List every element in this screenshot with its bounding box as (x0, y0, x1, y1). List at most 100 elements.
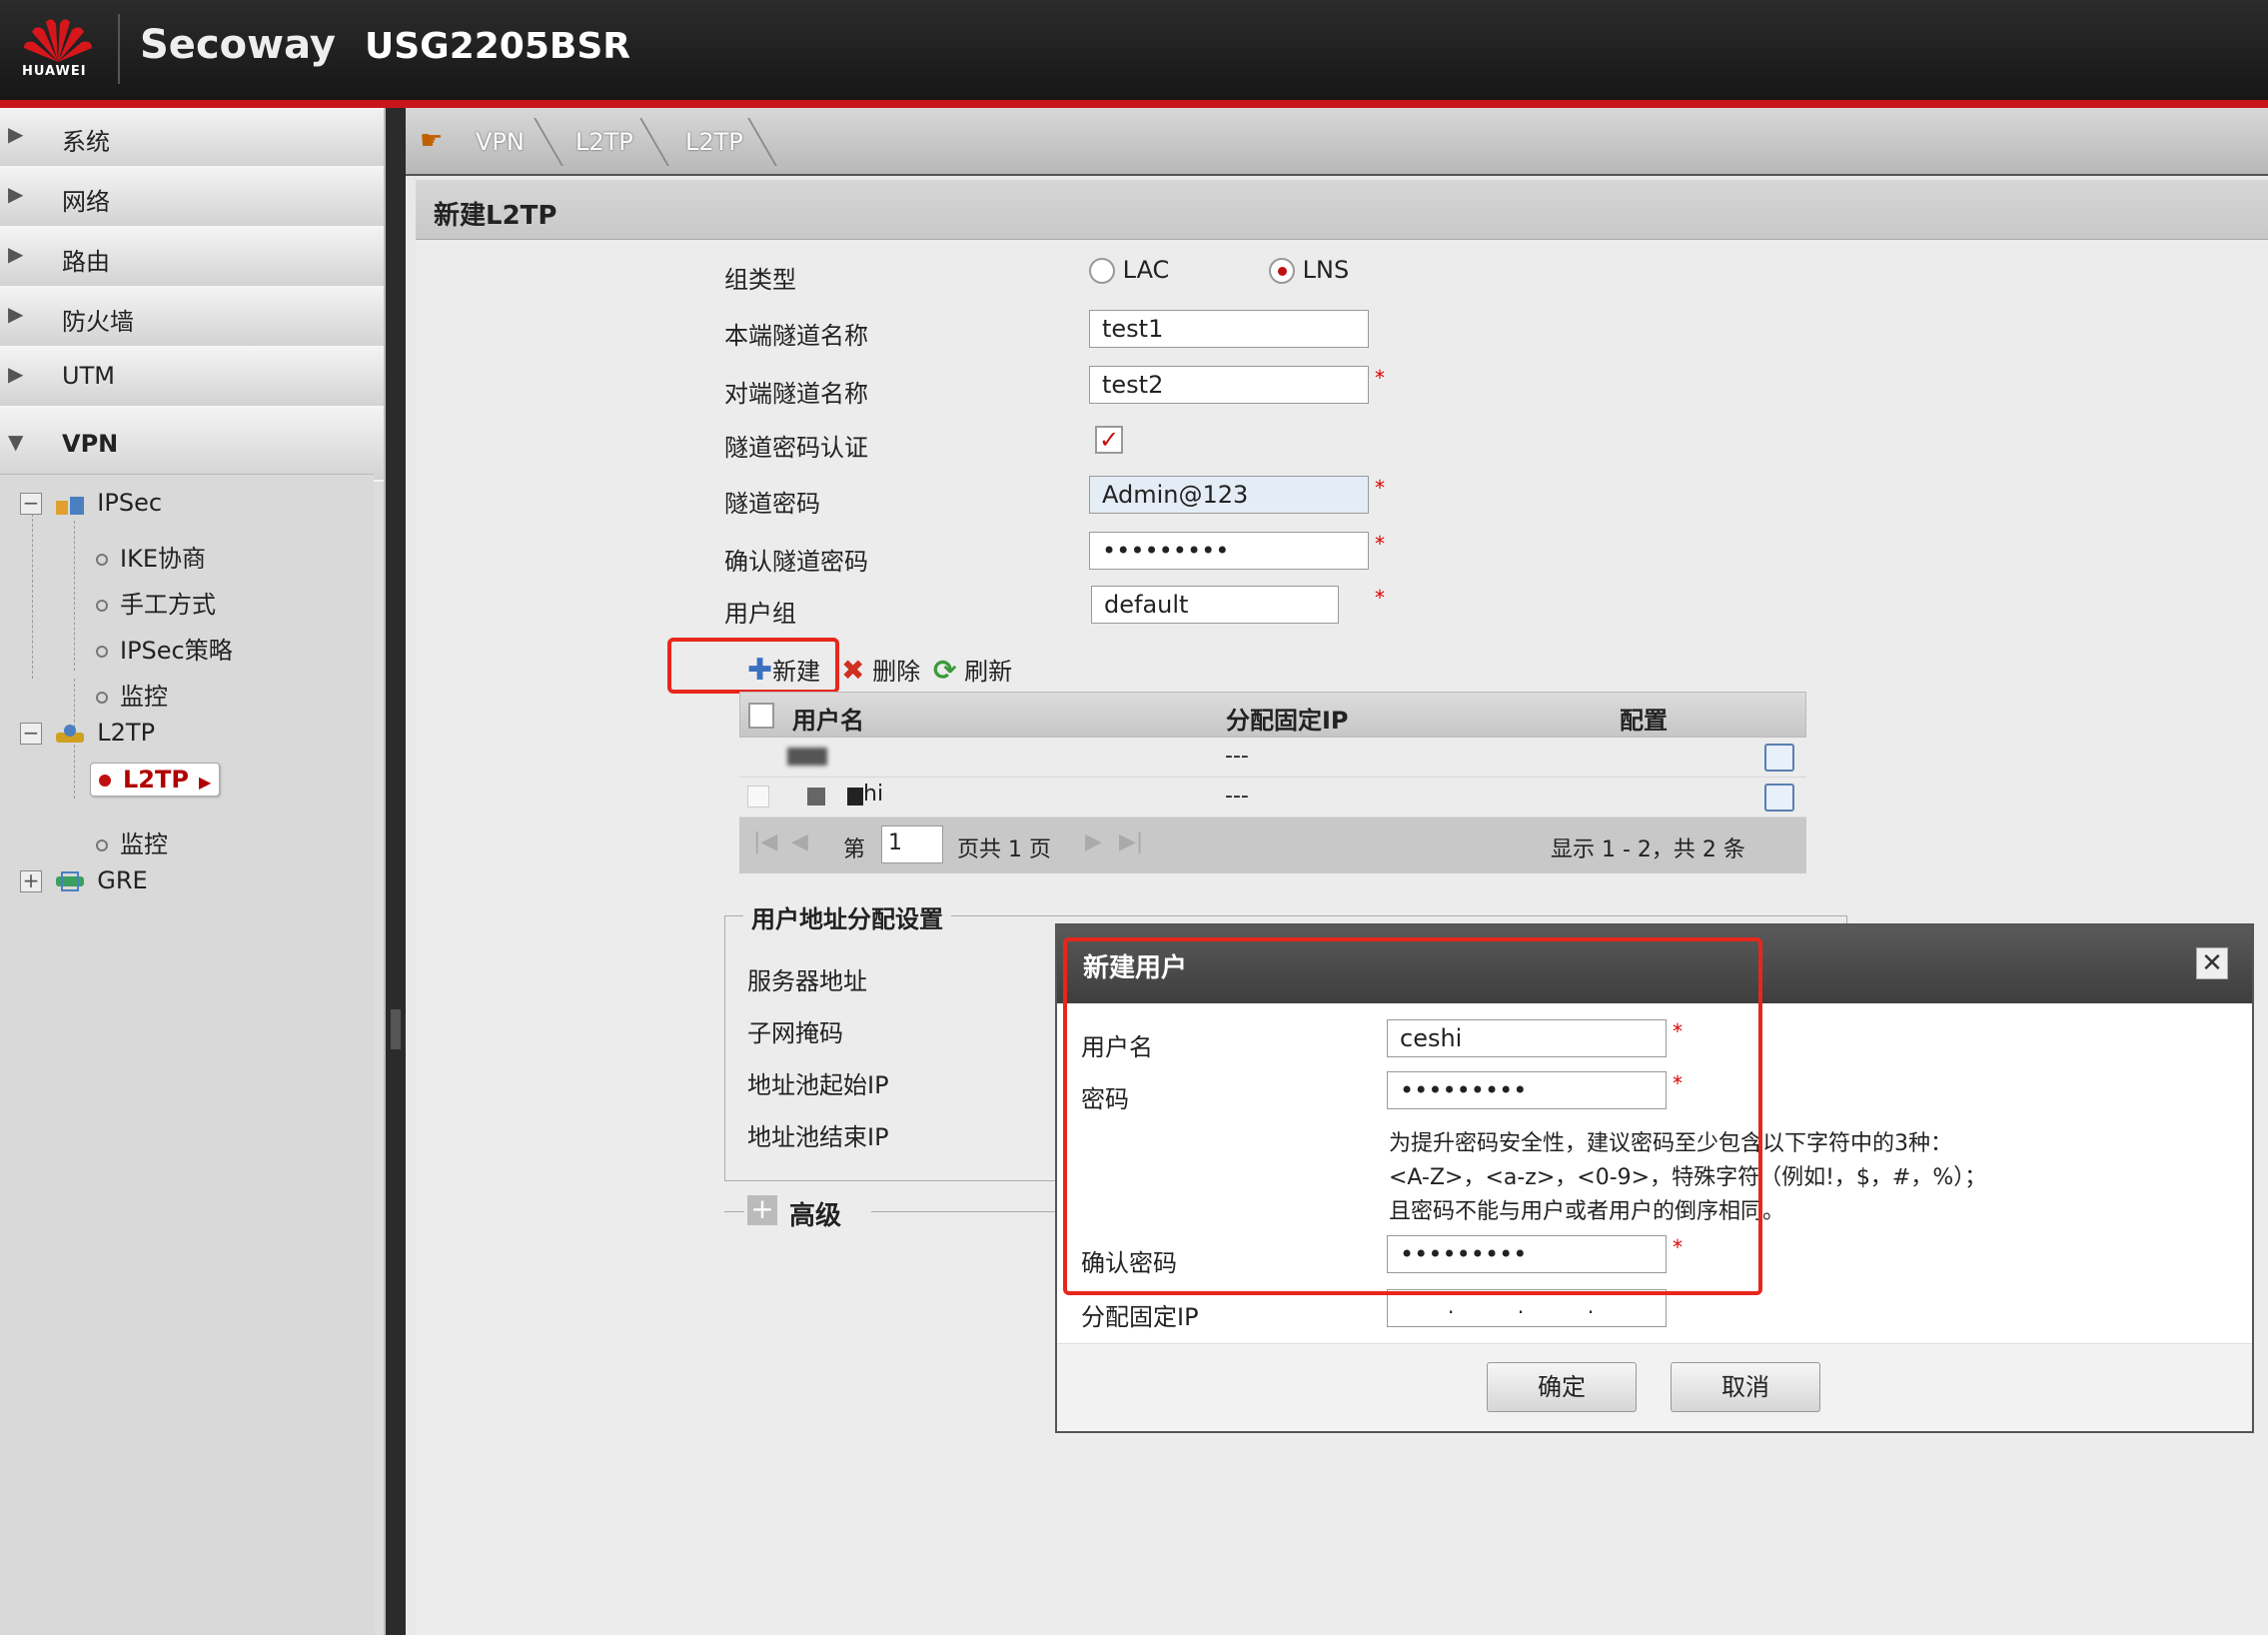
tree-item-l2tp-monitor[interactable]: 监控 (96, 824, 168, 859)
breadcrumb: ☛ VPN L2TP L2TP (406, 108, 2268, 176)
user-group-select[interactable]: default (1091, 586, 1339, 624)
pool-end-ip-label: 地址池结束IP (747, 1123, 889, 1151)
header-separator (118, 14, 120, 84)
radio-lac[interactable]: LAC (1089, 256, 1169, 284)
menu-routing[interactable]: ▶ 路由 (0, 228, 384, 288)
table-row[interactable]: --- (739, 738, 1806, 778)
menu-label: 网络 (62, 188, 110, 216)
refresh-icon: ⟳ (933, 654, 957, 687)
tree-node-l2tp[interactable]: − L2TP (20, 719, 155, 747)
advanced-section-toggle[interactable]: 高级 (789, 1195, 841, 1232)
cell-fixed-ip: --- (1225, 744, 1249, 769)
huawei-wordmark: HUAWEI (22, 64, 87, 79)
tunnel-password-input[interactable]: Admin@123 (1089, 476, 1369, 514)
next-page-icon[interactable]: ▶ (1085, 829, 1102, 854)
menu-utm[interactable]: ▶ UTM (0, 348, 384, 408)
advanced-rule-left (724, 1211, 744, 1212)
expand-icon[interactable]: + (20, 870, 42, 892)
l2tp-icon (54, 721, 86, 747)
required-marker: * (1375, 476, 1385, 500)
refresh-button[interactable]: ⟳ 刷新 (933, 652, 1012, 687)
group-type-label: 组类型 (724, 266, 796, 294)
triangle-down-icon: ▼ (8, 430, 24, 454)
confirm-tunnel-password-input[interactable]: ••••••••• (1089, 532, 1369, 570)
radio-label: LNS (1302, 256, 1350, 284)
collapse-icon[interactable]: − (20, 493, 42, 515)
ipsec-icon (54, 491, 86, 517)
bullet-icon (96, 646, 108, 658)
tree-label: 监控 (120, 683, 168, 711)
menu-vpn[interactable]: ▼ VPN (0, 408, 384, 482)
tree-line (74, 521, 75, 671)
arrow-right-icon: ▶ (198, 773, 212, 792)
peer-tunnel-name-input[interactable]: test2 (1089, 366, 1369, 404)
huawei-logo: HUAWEI (18, 14, 98, 84)
triangle-right-icon: ▶ (8, 182, 24, 206)
page-title: 新建L2TP (434, 201, 558, 231)
redacted-username (847, 788, 863, 806)
annotation-highlight-new (667, 638, 839, 694)
confirm-button[interactable]: 确定 (1487, 1362, 1637, 1412)
edit-icon[interactable] (1764, 784, 1794, 812)
cell-fixed-ip: --- (1225, 784, 1249, 809)
collapse-icon[interactable]: − (20, 723, 42, 745)
column-header-fixed-ip[interactable]: 分配固定IP (1226, 701, 1349, 736)
triangle-right-icon: ▶ (8, 362, 24, 386)
cancel-button[interactable]: 取消 (1671, 1362, 1820, 1412)
row-checkbox[interactable] (747, 786, 769, 808)
local-tunnel-name-input[interactable]: test1 (1089, 310, 1369, 348)
subnet-mask-label: 子网掩码 (747, 1019, 843, 1047)
first-page-icon[interactable]: |◀ (753, 829, 777, 854)
button-label: 删除 (872, 658, 921, 686)
page-number-input[interactable]: 1 (881, 825, 943, 863)
pool-start-ip-label: 地址池起始IP (747, 1071, 889, 1099)
bullet-icon (96, 554, 108, 566)
menu-label: VPN (62, 430, 119, 458)
select-all-checkbox[interactable] (748, 703, 774, 729)
tunnel-auth-checkbox[interactable]: ✓ (1095, 426, 1123, 454)
table-row[interactable]: hi --- (739, 778, 1806, 818)
menu-network[interactable]: ▶ 网络 (0, 168, 384, 228)
device-model: USG2205BSR (365, 26, 630, 67)
tree-label: 手工方式 (120, 591, 216, 619)
advanced-rule-right (871, 1211, 1057, 1212)
confirm-tunnel-password-label: 确认隧道密码 (724, 548, 868, 576)
tree-item-ipsec-policy[interactable]: IPSec策略 (96, 631, 233, 666)
pager-summary: 显示 1 - 2，共 2 条 (1551, 837, 1745, 862)
pager-prefix: 第 (843, 837, 866, 862)
menu-label: 防火墙 (62, 308, 134, 336)
radio-lns[interactable]: LNS (1269, 256, 1349, 284)
last-page-icon[interactable]: ▶| (1119, 829, 1143, 854)
tree-node-ipsec[interactable]: − IPSec (20, 489, 162, 517)
breadcrumb-vpn[interactable]: VPN (476, 128, 525, 156)
table-header: 用户名 分配固定IP 配置 (739, 692, 1806, 738)
close-icon[interactable]: ✕ (2196, 947, 2228, 979)
tree-item-ipsec-monitor[interactable]: 监控 (96, 677, 168, 712)
tree-item-ike[interactable]: IKE协商 (96, 539, 206, 574)
radio-button-checked[interactable] (1269, 258, 1295, 284)
menu-system[interactable]: ▶ 系统 (0, 108, 384, 168)
expand-advanced-icon[interactable]: + (747, 1195, 777, 1225)
bullet-icon (99, 775, 111, 787)
tree-label: GRE (97, 866, 148, 894)
tree-line (32, 509, 33, 679)
menu-label: UTM (62, 362, 115, 390)
delete-button[interactable]: ✖ 删除 (841, 652, 920, 687)
tree-item-l2tp-selected[interactable]: L2TP ▶ (90, 763, 221, 797)
edit-icon[interactable] (1764, 744, 1794, 772)
splitter-grip[interactable] (391, 1009, 401, 1049)
bullet-icon (96, 600, 108, 612)
dialog-footer: 确定 取消 (1057, 1343, 2252, 1431)
user-table: 用户名 分配固定IP 配置 --- hi --- |◀ ◀ 第 1 页共 1 页… (739, 692, 1806, 873)
radio-button[interactable] (1089, 258, 1115, 284)
triangle-right-icon: ▶ (8, 302, 24, 326)
pane-splitter[interactable] (386, 108, 406, 1635)
tree-item-manual[interactable]: 手工方式 (96, 585, 216, 620)
prev-page-icon[interactable]: ◀ (791, 829, 808, 854)
annotation-highlight-dialog (1063, 937, 1762, 1295)
pointing-hand-icon: ☛ (420, 126, 444, 156)
tree-node-gre[interactable]: + GRE (20, 866, 148, 894)
column-header-username[interactable]: 用户名 (792, 701, 864, 736)
menu-firewall[interactable]: ▶ 防火墙 (0, 288, 384, 348)
breadcrumb-l2tp[interactable]: L2TP (575, 128, 633, 156)
